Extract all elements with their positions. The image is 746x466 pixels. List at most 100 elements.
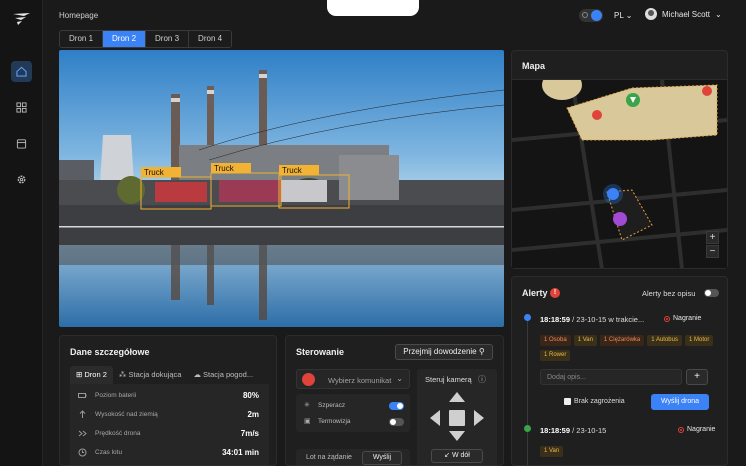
nav-calendar-button[interactable] (11, 133, 32, 154)
alerts-filter-label: Alerty bez opisu (642, 289, 696, 298)
zoom-out-button[interactable]: − (706, 245, 719, 258)
alert-time: 18:18:59 (540, 426, 571, 435)
control-title: Sterowanie (296, 347, 345, 357)
detail-label: Poziom baterii (95, 392, 137, 399)
info-icon: ⓘ (478, 375, 486, 384)
alert-header[interactable]: 18:18:59 / 23-10-15 w trakcie... (540, 315, 644, 324)
camera-down-arrow[interactable] (449, 431, 465, 441)
takeover-button[interactable]: Przejmij dowodzenie ⚲ (395, 344, 493, 360)
tab-details-drone[interactable]: ⊞ Dron 2 (70, 366, 113, 384)
sun-icon (582, 12, 588, 18)
control-panel: Sterowanie Przejmij dowodzenie ⚲ Wybierz… (285, 335, 504, 466)
send-button[interactable]: Wyślij (362, 451, 402, 465)
map-view[interactable]: + − (512, 79, 727, 268)
alert-tags: 1 Van (540, 445, 566, 460)
detail-label: Wysokość nad ziemią (95, 411, 158, 418)
tab-details-dock[interactable]: ⁂ Stacja dokująca (113, 366, 188, 384)
alert-time: 18:18:59 (540, 315, 571, 324)
avatar (645, 8, 657, 20)
takeover-label: Przejmij dowodzenie (403, 347, 477, 356)
calendar-icon (16, 139, 27, 149)
speed-icon (78, 430, 87, 437)
tab-details-weather[interactable]: ☁ Stacja pogod... (187, 366, 257, 384)
details-tabs: ⊞ Dron 2 ⁂ Stacja dokująca ☁ Stacja pogo… (70, 366, 269, 384)
tab-dron-1[interactable]: Dron 1 (60, 31, 104, 47)
theme-toggle[interactable] (579, 9, 603, 22)
video-frame: Truck Truck Truck (59, 50, 504, 327)
alert-date: / 23-10-15 w trakcie... (570, 315, 645, 324)
alerts-panel: Alerty ! Alerty bez opisu 18:18:59 / 23-… (511, 276, 728, 466)
camera-control: Steruj kamerą ⓘ ↙ W dół (417, 369, 497, 465)
nav-settings-button[interactable] (11, 169, 32, 190)
altitude-icon (79, 410, 86, 418)
alerts-filter-toggle[interactable] (704, 289, 719, 297)
recording-label: Nagranie (687, 426, 716, 433)
description-input[interactable]: Dodaj opis... (540, 369, 682, 385)
logo-icon (13, 13, 30, 25)
nav-dashboard-button[interactable] (11, 97, 32, 118)
detail-value: 80% (242, 391, 259, 400)
tab-label: Stacja pogod... (203, 370, 254, 379)
add-description-button[interactable]: + (686, 369, 708, 385)
megaphone-icon (302, 373, 315, 386)
rotate-icon: ↙ (444, 452, 450, 459)
record-icon (678, 426, 684, 433)
tag: 1 Rower (540, 350, 571, 361)
chevron-down-icon: ⌄ (715, 9, 722, 19)
alert-tags: 1 Osoba 1 Van 1 Ciężarówka 1 Autobus 1 Motor… (540, 334, 720, 364)
detail-row-flight-time: Czas lotu 34:01 min (70, 443, 269, 462)
sidebar (0, 0, 43, 466)
tag: 1 Van (540, 446, 564, 457)
camera-left-button[interactable] (430, 410, 440, 426)
tab-dron-4[interactable]: Dron 4 (189, 31, 232, 47)
tab-label: Dron 2 (84, 370, 107, 379)
video-feed[interactable]: Truck Truck Truck (59, 50, 504, 327)
detail-label: Czas lotu (95, 449, 123, 456)
camera-center-button[interactable] (449, 410, 465, 426)
camera-down-button[interactable]: ↙ W dół (431, 449, 483, 463)
message-select[interactable]: Wybierz komunikat ⌄ (296, 369, 410, 389)
recording-link[interactable]: Nagranie (664, 315, 701, 322)
drone-tabs: Dron 1 Dron 2 Dron 3 Dron 4 (59, 30, 233, 48)
language-select[interactable]: PL ⌄ (614, 11, 632, 20)
moon-icon (591, 10, 602, 21)
camera-right-button[interactable] (474, 410, 484, 426)
nav-home-button[interactable] (11, 61, 32, 82)
thermal-icon: ▣ (304, 418, 311, 425)
detail-row-speed: Prędkość drona 7m/s (70, 424, 269, 443)
recording-label: Nagranie (673, 315, 702, 322)
description-placeholder: Dodaj opis... (547, 374, 586, 381)
no-threat-label: Brak zagrożenia (574, 398, 625, 405)
send-drone-button[interactable]: Wyślij drona (651, 394, 709, 410)
weather-icon: ☁ (193, 370, 204, 379)
chevron-down-icon: ⌄ (396, 374, 403, 383)
camera-up-button[interactable] (449, 392, 465, 402)
recording-link[interactable]: Nagranie (678, 426, 715, 433)
option-label: Szperacz (318, 402, 346, 409)
detection-label: Truck (282, 166, 303, 175)
details-panel: Dane szczegółowe ⊞ Dron 2 ⁂ Stacja dokuj… (59, 335, 277, 466)
alerts-title: Alerty (522, 288, 548, 298)
record-icon (664, 315, 670, 322)
user-menu[interactable]: Michael Scott ⌄ (645, 8, 722, 20)
message-placeholder: Wybierz komunikat (328, 376, 392, 385)
tab-label: Stacja dokująca (128, 370, 182, 379)
camera-title: Steruj kamerą (425, 375, 472, 384)
detail-value: 2m (247, 410, 259, 419)
spotlight-toggle[interactable] (389, 402, 404, 410)
map-canvas (512, 80, 727, 268)
breadcrumb[interactable]: Homepage (59, 11, 98, 20)
thermal-toggle[interactable] (389, 418, 404, 426)
detection-label: Truck (214, 164, 235, 173)
tab-dron-2[interactable]: Dron 2 (103, 31, 147, 47)
gear-icon (17, 175, 26, 184)
timeline-dot (524, 314, 531, 321)
zoom-in-button[interactable]: + (706, 231, 719, 244)
tag: 1 Motor (684, 335, 714, 346)
no-threat-checkbox[interactable] (564, 398, 571, 405)
spotlight-icon: ✳ (304, 402, 310, 409)
alert-header[interactable]: 18:18:59 / 23-10-15 (540, 426, 606, 435)
home-icon (16, 66, 27, 77)
alert-date: / 23-10-15 (570, 426, 607, 435)
tab-dron-3[interactable]: Dron 3 (146, 31, 190, 47)
